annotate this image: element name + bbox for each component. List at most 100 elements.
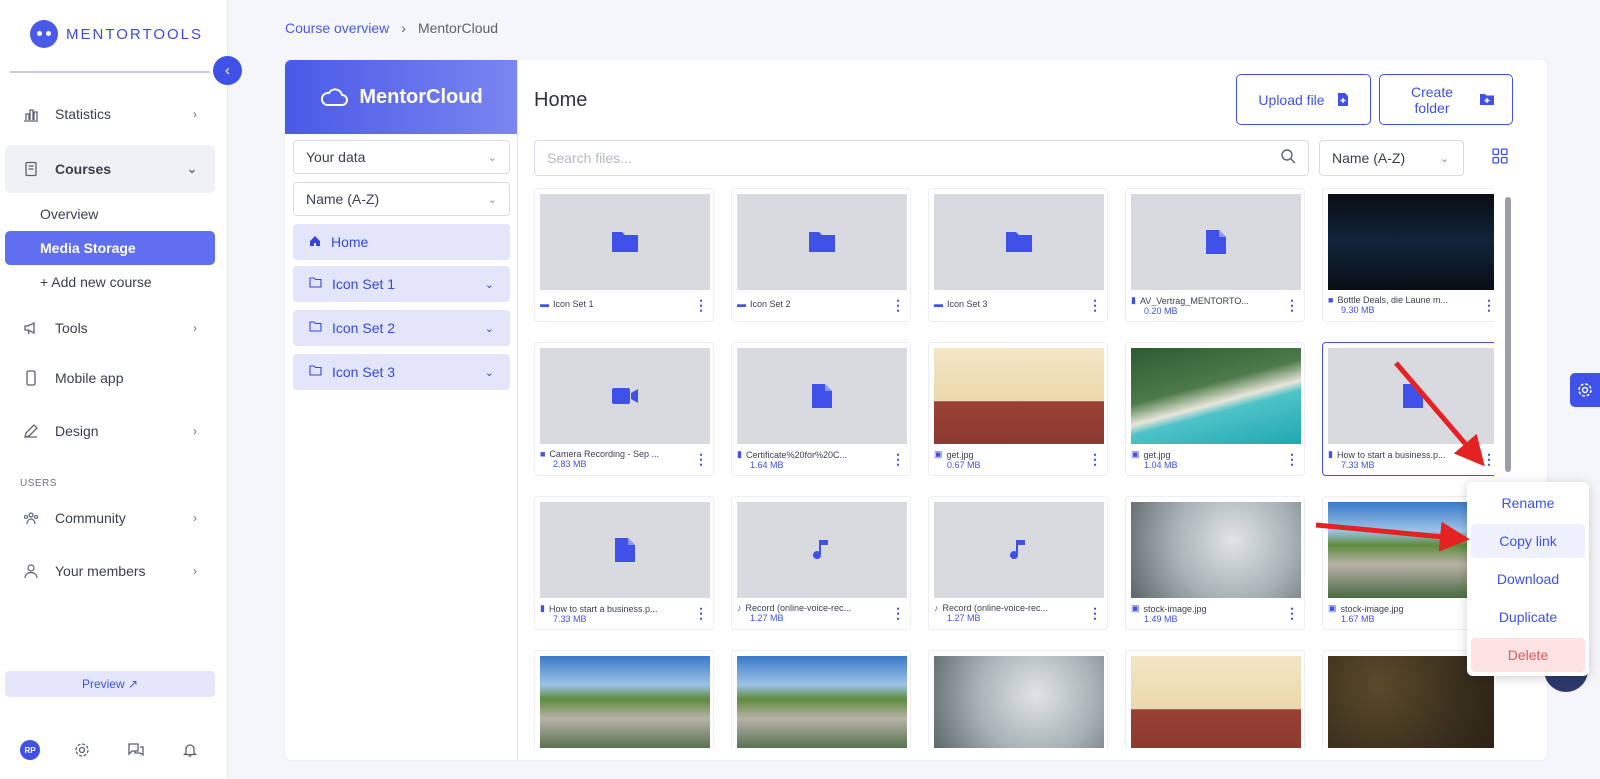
chat-bubbles-icon[interactable] bbox=[124, 740, 148, 760]
more-options-icon[interactable]: ⋮ bbox=[694, 297, 708, 313]
file-tile[interactable]: ▣ stock-image.jpg 1.49 MB ⋮ bbox=[1125, 496, 1305, 630]
file-tile[interactable] bbox=[534, 650, 714, 748]
file-name: ▬ Icon Set 2 bbox=[737, 299, 887, 309]
tree-item-label: Icon Set 3 bbox=[332, 364, 396, 380]
more-options-icon[interactable]: ⋮ bbox=[891, 605, 905, 621]
more-options-icon[interactable]: ⋮ bbox=[891, 451, 905, 467]
sidebar-item-mobile-app[interactable]: Mobile app bbox=[5, 354, 215, 402]
file-tile[interactable]: ■ Camera Recording - Sep ... 2.83 MB ⋮ bbox=[534, 342, 714, 476]
sidebar-item-courses[interactable]: Courses ⌄ bbox=[5, 145, 215, 193]
sidebar-item-tools[interactable]: Tools › bbox=[5, 304, 215, 352]
tree-item-icon-set-3[interactable]: Icon Set 3 ⌄ bbox=[293, 354, 510, 390]
chevron-down-icon: ⌄ bbox=[1439, 152, 1449, 165]
chevron-down-icon[interactable]: ⌄ bbox=[485, 366, 494, 379]
more-options-icon[interactable]: ⋮ bbox=[1482, 297, 1494, 313]
file-sort-select[interactable]: Name (A-Z) ⌄ bbox=[1319, 140, 1464, 176]
folder-sort-select[interactable]: Name (A-Z) ⌄ bbox=[293, 182, 510, 216]
file-meta: ■ Bottle Deals, die Laune m... 9.30 MB bbox=[1328, 295, 1478, 315]
chevron-down-icon[interactable]: ⌄ bbox=[485, 322, 494, 335]
file-tile[interactable]: ▮ How to start a business.p... 7.33 MB ⋮ bbox=[1322, 342, 1494, 476]
video-mini-icon: ■ bbox=[1328, 295, 1334, 305]
settings-fab-icon[interactable] bbox=[1570, 373, 1600, 407]
doc-icon bbox=[615, 538, 635, 562]
sidebar-item-your-members[interactable]: Your members › bbox=[5, 547, 215, 595]
logo[interactable]: MENTORTOOLS bbox=[30, 20, 203, 48]
more-options-icon[interactable]: ⋮ bbox=[1088, 297, 1102, 313]
file-tile[interactable] bbox=[731, 650, 911, 748]
more-options-icon[interactable]: ⋮ bbox=[891, 297, 905, 313]
file-tile[interactable]: ▣ get.jpg 0.67 MB ⋮ bbox=[928, 342, 1108, 476]
file-tile[interactable]: ▣ get.jpg 1.04 MB ⋮ bbox=[1125, 342, 1305, 476]
file-meta: ▣ get.jpg 1.04 MB bbox=[1131, 449, 1281, 470]
sidebar-item-community[interactable]: Community › bbox=[5, 494, 215, 542]
menu-item-download[interactable]: Download bbox=[1471, 562, 1585, 596]
more-options-icon[interactable]: ⋮ bbox=[1285, 451, 1299, 467]
data-source-select[interactable]: Your data ⌄ bbox=[293, 140, 510, 174]
sidebar-item-label: Community bbox=[55, 510, 126, 526]
more-options-icon[interactable]: ⋮ bbox=[694, 605, 708, 621]
file-thumbnail bbox=[934, 348, 1104, 444]
file-tile[interactable]: ♪ Record (online-voice-rec... 1.27 MB ⋮ bbox=[731, 496, 911, 630]
file-tile[interactable]: ▮ AV_Vertrag_MENTORTO... 0.20 MB ⋮ bbox=[1125, 188, 1305, 322]
file-size: 2.83 MB bbox=[553, 459, 587, 469]
sidebar-sub-media-storage[interactable]: Media Storage bbox=[5, 231, 215, 265]
avatar[interactable]: RP bbox=[20, 740, 40, 760]
audio-icon bbox=[813, 540, 828, 560]
create-folder-button[interactable]: Create folder bbox=[1379, 74, 1513, 125]
file-thumbnail bbox=[540, 348, 710, 444]
more-options-icon[interactable]: ⋮ bbox=[1285, 297, 1299, 313]
grid-view-icon[interactable] bbox=[1492, 148, 1510, 166]
file-thumbnail bbox=[737, 656, 907, 748]
doc-icon bbox=[1403, 384, 1423, 408]
file-grid: ▬ Icon Set 1 ⋮ ▬ Icon Set 2 ⋮ ▬ Icon Set 3 ⋮ ▮ AV_… bbox=[534, 188, 1494, 748]
sidebar-item-design[interactable]: Design › bbox=[5, 407, 215, 455]
sidebar-item-statistics[interactable]: Statistics › bbox=[5, 90, 215, 138]
scrollbar-thumb[interactable] bbox=[1505, 197, 1511, 472]
doc-icon bbox=[812, 384, 832, 408]
tree-item-icon-set-1[interactable]: Icon Set 1 ⌄ bbox=[293, 266, 510, 302]
file-name-text: How to start a business.p... bbox=[548, 603, 658, 614]
file-meta: ▣ get.jpg 0.67 MB bbox=[934, 449, 1084, 470]
folder-plus-icon bbox=[1480, 94, 1494, 105]
menu-item-delete[interactable]: Delete bbox=[1471, 638, 1585, 672]
breadcrumb-course-overview[interactable]: Course overview bbox=[285, 20, 389, 36]
tree-item-home[interactable]: Home bbox=[293, 224, 510, 260]
more-options-icon[interactable]: ⋮ bbox=[1088, 605, 1102, 621]
file-tile[interactable]: ▬ Icon Set 3 ⋮ bbox=[928, 188, 1108, 322]
file-name: ▮ Certificate%20for%20C... bbox=[737, 449, 887, 460]
button-label: Upload file bbox=[1258, 91, 1325, 108]
more-options-icon[interactable]: ⋮ bbox=[694, 451, 708, 467]
file-name-text: Record (online-voice-rec... bbox=[745, 603, 852, 613]
upload-file-button[interactable]: Upload file bbox=[1236, 74, 1371, 125]
file-tile[interactable] bbox=[1125, 650, 1305, 748]
file-tile[interactable]: ▬ Icon Set 1 ⋮ bbox=[534, 188, 714, 322]
search-icon[interactable] bbox=[1280, 148, 1296, 169]
more-options-icon[interactable]: ⋮ bbox=[1088, 451, 1102, 467]
file-tile[interactable]: ▬ Icon Set 2 ⋮ bbox=[731, 188, 911, 322]
file-tile[interactable]: ▮ Certificate%20for%20C... 1.64 MB ⋮ bbox=[731, 342, 911, 476]
menu-item-rename[interactable]: Rename bbox=[1471, 486, 1585, 520]
gear-icon[interactable] bbox=[70, 740, 94, 760]
chevron-down-icon: ⌄ bbox=[487, 193, 497, 206]
sidebar-sub-add-course[interactable]: + Add new course bbox=[5, 265, 215, 299]
file-tile[interactable]: ▮ How to start a business.p... 7.33 MB ⋮ bbox=[534, 496, 714, 630]
search-input[interactable]: Search files... bbox=[534, 140, 1309, 176]
file-tile[interactable]: ♪ Record (online-voice-rec... 1.27 MB ⋮ bbox=[928, 496, 1108, 630]
file-name-text: AV_Vertrag_MENTORTO... bbox=[1139, 295, 1249, 306]
more-options-icon[interactable]: ⋮ bbox=[1285, 605, 1299, 621]
file-thumbnail bbox=[934, 194, 1104, 290]
brand-name: MENTORTOOLS bbox=[66, 25, 204, 43]
file-thumbnail bbox=[737, 348, 907, 444]
file-tile[interactable] bbox=[928, 650, 1108, 748]
more-options-icon[interactable]: ⋮ bbox=[1482, 451, 1494, 467]
tree-item-icon-set-2[interactable]: Icon Set 2 ⌄ bbox=[293, 310, 510, 346]
collapse-sidebar-button[interactable]: ‹ bbox=[213, 56, 242, 85]
chevron-left-icon: ‹ bbox=[225, 62, 230, 79]
file-tile[interactable]: ■ Bottle Deals, die Laune m... 9.30 MB ⋮ bbox=[1322, 188, 1494, 322]
chevron-down-icon[interactable]: ⌄ bbox=[485, 278, 494, 291]
bell-icon[interactable] bbox=[178, 740, 202, 760]
menu-item-duplicate[interactable]: Duplicate bbox=[1471, 600, 1585, 634]
preview-button[interactable]: Preview ↗ bbox=[5, 671, 215, 697]
menu-item-copy-link[interactable]: Copy link bbox=[1471, 524, 1585, 558]
sidebar-sub-overview[interactable]: Overview bbox=[5, 197, 215, 231]
